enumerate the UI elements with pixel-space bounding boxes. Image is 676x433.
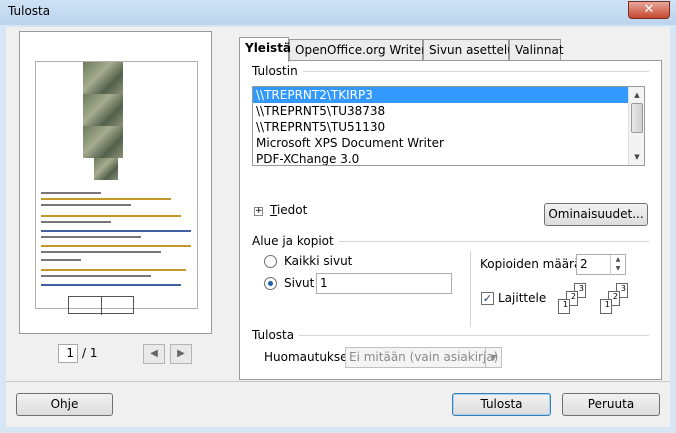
window-title: Tulosta	[8, 4, 51, 18]
collate-label[interactable]: Lajittele	[498, 291, 546, 305]
tab-writer[interactable]: OpenOffice.org Writer	[289, 39, 426, 61]
preview-text-line	[41, 251, 161, 253]
printer-group-line	[252, 71, 649, 72]
preview-text-line	[41, 198, 171, 200]
collate-page: 1	[558, 299, 570, 314]
details-label-rest: iedot	[276, 203, 308, 217]
details-label-mnemonic: T	[270, 203, 277, 217]
preview-text-line	[41, 245, 191, 247]
printer-list-item[interactable]: Microsoft XPS Document Writer	[253, 135, 644, 151]
scroll-down-icon[interactable]: ▼	[630, 150, 644, 164]
comments-label: Huomautukset	[264, 350, 353, 364]
dialog-body: 1 / 1 ◀ ▶ Yleistä OpenOffice.org Writer …	[6, 27, 670, 427]
printer-list-item[interactable]: PDF-XChange 3.0	[253, 151, 644, 165]
all-pages-label[interactable]: Kaikki sivut	[284, 254, 352, 268]
print-dialog: Tulosta ✕ 1 / 1 ◀ ▶ Yleistä OpenOffice.o…	[0, 0, 676, 433]
next-page-button[interactable]: ▶	[170, 344, 192, 364]
printer-list-scrollbar[interactable]: ▲ ▼	[628, 87, 644, 165]
preview-text-line	[41, 269, 186, 271]
chevron-right-icon: ▶	[177, 348, 185, 359]
preview-text-line	[41, 221, 111, 223]
chevron-left-icon: ◀	[150, 348, 158, 359]
preview-photo-1	[83, 62, 123, 94]
pages-input[interactable]: 1	[316, 273, 452, 294]
close-button[interactable]: ✕	[628, 1, 670, 19]
copies-label: Kopioiden määrä	[480, 257, 582, 271]
preview-table	[68, 296, 134, 315]
help-button[interactable]: Ohje	[16, 393, 113, 416]
preview-photo-4	[94, 158, 118, 180]
copies-value: 2	[580, 257, 588, 271]
preview-photo-3	[83, 126, 123, 158]
details-label[interactable]: Tiedot	[270, 203, 307, 217]
properties-button[interactable]: Ominaisuudet...	[544, 203, 648, 226]
preview-text-line	[41, 236, 141, 238]
previous-page-button[interactable]: ◀	[143, 344, 165, 364]
page-total: / 1	[82, 346, 98, 360]
tab-general[interactable]: Yleistä	[239, 37, 291, 62]
footer-separator	[6, 381, 670, 382]
collate-icon: 3 2 1	[596, 283, 636, 317]
print-group-label: Tulosta	[252, 328, 300, 342]
printer-list[interactable]: \\TREPRNT2\TKIRP3 \\TREPRNT5\TU38738 \\T…	[252, 86, 645, 166]
collate-icon: 3 2 1	[554, 283, 594, 317]
preview-text-line	[41, 230, 191, 232]
general-tab-panel: Tulostin \\TREPRNT2\TKIRP3 \\TREPRNT5\TU…	[239, 60, 662, 380]
tab-page-layout[interactable]: Sivun asettelu	[423, 39, 515, 61]
pages-label[interactable]: Sivut	[284, 276, 314, 290]
print-preview	[19, 31, 212, 334]
scroll-up-icon[interactable]: ▲	[630, 88, 644, 102]
preview-text-line	[41, 192, 101, 194]
printer-group-label: Tulostin	[252, 64, 303, 78]
preview-photo-2	[83, 94, 123, 126]
pages-radio[interactable]	[264, 277, 277, 290]
chevron-down-icon[interactable]: ▼	[485, 348, 501, 367]
tab-options[interactable]: Valinnat	[509, 39, 564, 61]
copies-input[interactable]: 2 ▲ ▼	[576, 254, 626, 275]
preview-text-line	[41, 204, 131, 206]
details-expand-icon[interactable]: +	[254, 207, 263, 216]
title-bar[interactable]: Tulosta ✕	[0, 0, 676, 25]
collate-page: 1	[600, 299, 612, 314]
all-pages-radio[interactable]	[264, 255, 277, 268]
preview-text-line	[41, 284, 181, 286]
cancel-button[interactable]: Peruuta	[562, 393, 660, 416]
scrollbar-thumb[interactable]	[631, 103, 643, 133]
printer-list-item[interactable]: \\TREPRNT2\TKIRP3	[253, 87, 644, 103]
printer-list-item[interactable]: \\TREPRNT5\TU38738	[253, 103, 644, 119]
collate-checkbox[interactable]: ✓	[481, 292, 494, 305]
preview-text-line	[41, 259, 81, 261]
range-group-label: Alue ja kopiot	[252, 234, 339, 248]
preview-text-line	[41, 215, 181, 217]
printer-list-item[interactable]: \\TREPRNT5\TU51130	[253, 119, 644, 135]
page-number-input[interactable]: 1	[58, 344, 78, 363]
preview-text-line	[41, 275, 151, 277]
spin-up-icon[interactable]: ▲	[611, 255, 625, 264]
print-group-line	[252, 335, 649, 336]
copies-spinner[interactable]: ▲ ▼	[610, 255, 625, 275]
print-button[interactable]: Tulosta	[452, 393, 551, 416]
range-divider	[470, 251, 471, 327]
spin-down-icon[interactable]: ▼	[611, 264, 625, 273]
comments-value: Ei mitään (vain asiakirja)	[349, 350, 499, 364]
preview-page	[35, 61, 198, 315]
comments-dropdown[interactable]: Ei mitään (vain asiakirja) ▼	[345, 347, 502, 368]
